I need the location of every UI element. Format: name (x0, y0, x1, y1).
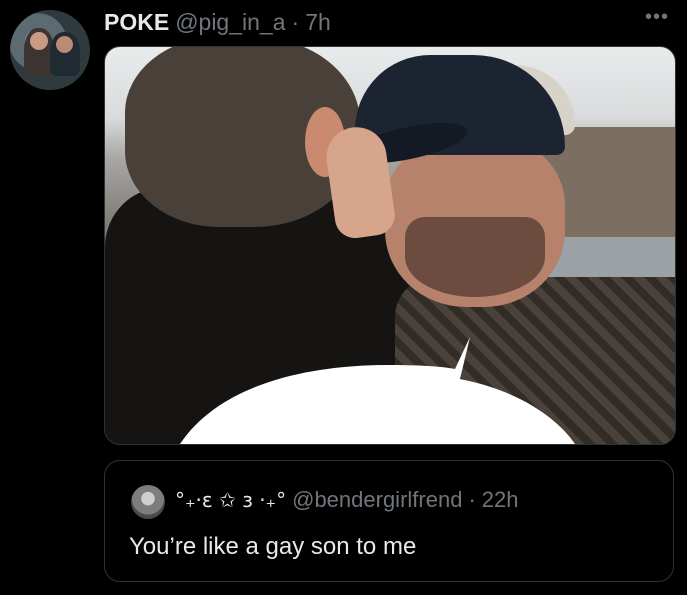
profile-avatar[interactable] (10, 10, 90, 90)
speech-bubble (180, 337, 575, 444)
quoted-display-name[interactable]: °₊·ɛ︎ ✩ ɜ ·₊° (175, 488, 286, 512)
quoted-avatar[interactable] (131, 485, 165, 519)
quoted-timestamp[interactable]: 22h (482, 487, 519, 513)
display-name[interactable]: POKE (104, 9, 169, 36)
separator-dot: · (291, 8, 300, 35)
quoted-header: °₊·ɛ︎ ✩ ɜ ·₊° @bendergirlfrend · 22h (175, 487, 518, 513)
quoted-handle[interactable]: @bendergirlfrend (292, 487, 462, 513)
quoted-tweet-text: You’re like a gay son to me (129, 533, 417, 560)
quoted-tweet[interactable]: °₊·ɛ︎ ✩ ɜ ·₊° @bendergirlfrend · 22h You… (104, 460, 674, 582)
tweet-image[interactable] (104, 46, 676, 445)
tweet-header: POKE @pig_in_a · 7h (104, 8, 637, 36)
quoted-separator-dot: · (468, 487, 476, 512)
user-handle[interactable]: @pig_in_a (175, 9, 285, 36)
timestamp[interactable]: 7h (305, 9, 331, 36)
more-icon[interactable]: ••• (645, 6, 669, 29)
